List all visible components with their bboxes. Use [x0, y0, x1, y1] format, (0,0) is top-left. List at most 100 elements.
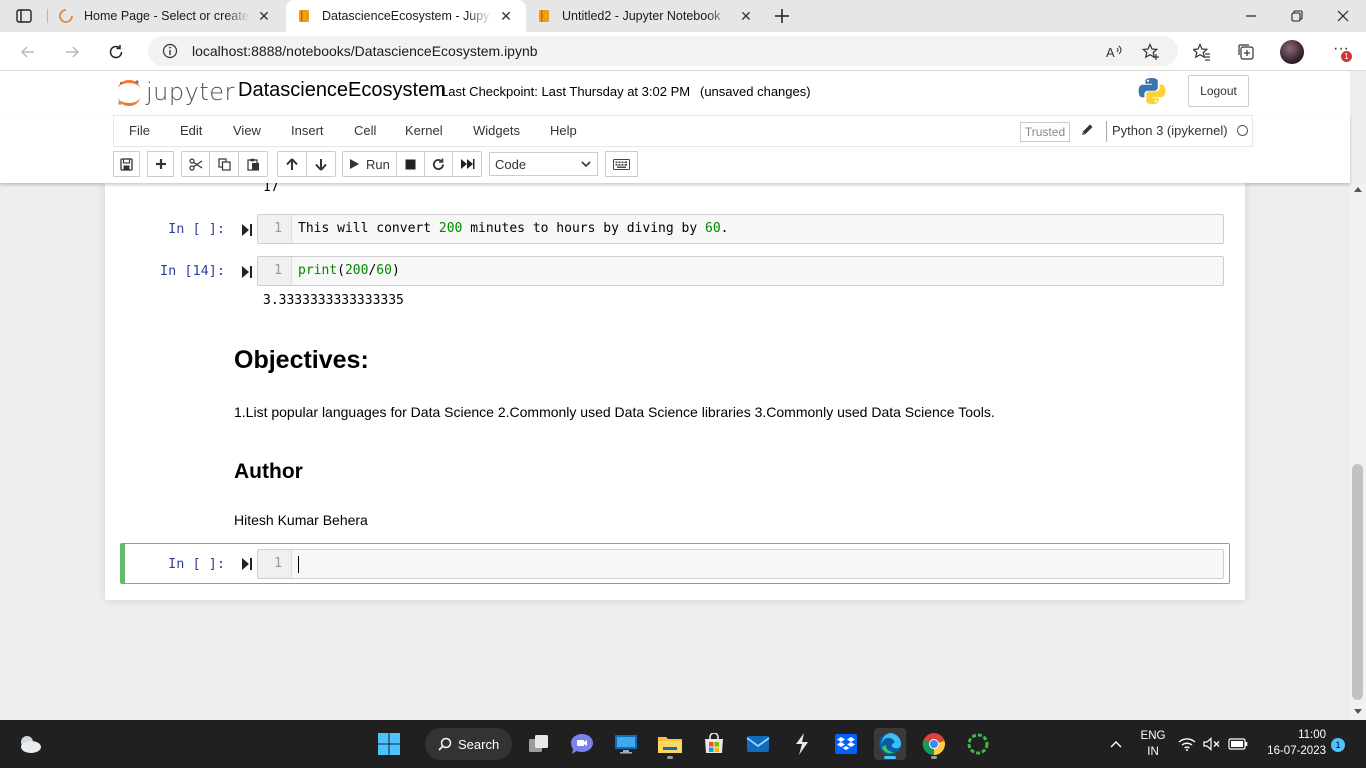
move-down-button[interactable]	[306, 151, 336, 177]
stop-icon	[405, 159, 416, 169]
chevron-up-icon[interactable]	[1100, 728, 1132, 760]
paste-button[interactable]	[238, 151, 268, 177]
tab-actions-icon[interactable]	[10, 6, 38, 26]
green-ring-app-icon[interactable]	[962, 728, 994, 760]
code-editor[interactable]: 1 print(200/60)	[257, 256, 1224, 286]
tab-untitled2[interactable]: Untitled2 - Jupyter Notebook ✕	[526, 0, 766, 32]
notebook-scroll-area[interactable]: 17 In [ ]: 1 This will convert 200 minut…	[0, 183, 1350, 720]
menu-file[interactable]: File	[129, 123, 150, 138]
logout-button[interactable]: Logout	[1188, 75, 1249, 107]
paste-icon	[246, 158, 259, 171]
menu-kernel[interactable]: Kernel	[405, 123, 443, 138]
weather-icon[interactable]	[14, 728, 46, 760]
cell-type-select[interactable]: Code	[489, 152, 598, 176]
input-prompt: In [ ]:	[168, 221, 225, 237]
refresh-icon[interactable]	[102, 38, 130, 66]
line-number: 1	[258, 215, 292, 243]
edge-browser-icon[interactable]	[874, 728, 906, 760]
clock-date[interactable]: 16-07-2023	[1258, 745, 1326, 757]
url-field[interactable]: localhost:8888/notebooks/DatascienceEcos…	[148, 36, 1178, 66]
code-line: print(200/60)	[298, 263, 400, 278]
back-icon[interactable]	[14, 38, 42, 66]
minimize-button[interactable]	[1228, 0, 1274, 32]
scrollbar-thumb[interactable]	[1352, 464, 1363, 700]
menu-help[interactable]: Help	[550, 123, 577, 138]
code-editor[interactable]: 1 This will convert 200 minutes to hours…	[257, 214, 1224, 244]
wifi-icon[interactable]	[1176, 728, 1198, 760]
copy-button[interactable]	[209, 151, 239, 177]
mail-icon[interactable]	[742, 728, 774, 760]
move-up-button[interactable]	[277, 151, 307, 177]
python-logo-icon	[1137, 76, 1167, 106]
forward-icon[interactable]	[58, 38, 86, 66]
line-number: 1	[258, 257, 292, 285]
code-editor-active[interactable]: 1	[257, 549, 1224, 579]
running-indicator	[667, 756, 673, 759]
run-cell-icon[interactable]	[241, 265, 253, 279]
save-icon	[120, 157, 133, 171]
url-text: localhost:8888/notebooks/DatascienceEcos…	[192, 43, 538, 59]
code-line: This will convert 200 minutes to hours b…	[298, 221, 729, 236]
jupyter-logo[interactable]: jupyter	[116, 77, 235, 107]
battery-icon[interactable]	[1226, 728, 1250, 760]
restart-kernel-button[interactable]	[424, 151, 453, 177]
author-heading: Author	[234, 460, 303, 483]
monitor-app-icon[interactable]	[610, 728, 642, 760]
tab-title: DatascienceEcosystem - Jupyter Notebook	[322, 9, 492, 23]
pencil-icon[interactable]	[1080, 123, 1096, 139]
jupyter-logo-text: jupyter	[146, 78, 235, 106]
vertical-scrollbar[interactable]	[1350, 183, 1366, 720]
restart-run-all-button[interactable]	[452, 151, 482, 177]
save-button[interactable]	[113, 151, 140, 177]
command-palette-button[interactable]	[605, 151, 638, 177]
notification-count-badge[interactable]: 1	[1331, 738, 1345, 752]
microsoft-store-icon[interactable]	[698, 728, 730, 760]
menu-edit[interactable]: Edit	[180, 123, 202, 138]
add-favorite-icon[interactable]	[1138, 39, 1164, 65]
menu-cell[interactable]: Cell	[354, 123, 376, 138]
scissors-icon	[188, 157, 202, 171]
taskbar-search[interactable]: Search	[425, 728, 512, 760]
restore-button[interactable]	[1274, 0, 1320, 32]
file-explorer-icon[interactable]	[654, 728, 686, 760]
favorites-icon[interactable]	[1189, 39, 1215, 65]
scroll-down-icon[interactable]	[1354, 709, 1362, 714]
kernel-name[interactable]: Python 3 (ipykernel)	[1112, 123, 1228, 138]
run-cell-icon[interactable]	[241, 557, 253, 571]
info-icon[interactable]	[162, 43, 178, 59]
sublime-like-icon[interactable]	[786, 728, 818, 760]
search-label: Search	[458, 736, 500, 752]
close-icon[interactable]: ✕	[736, 6, 756, 26]
new-tab-button[interactable]	[770, 4, 794, 28]
read-aloud-icon[interactable]: A	[1102, 39, 1128, 65]
notebook-name[interactable]: DatascienceEcosystem	[238, 79, 446, 102]
teams-chat-icon[interactable]	[566, 728, 598, 760]
svg-text:A: A	[1106, 45, 1115, 60]
tab-home-page[interactable]: Home Page - Select or create a notebook …	[48, 0, 284, 32]
tab-title: Untitled2 - Jupyter Notebook	[562, 9, 721, 23]
menu-widgets[interactable]: Widgets	[473, 123, 520, 138]
interrupt-kernel-button[interactable]	[396, 151, 425, 177]
profile-avatar[interactable]	[1280, 40, 1304, 64]
close-icon[interactable]: ✕	[254, 6, 274, 26]
language-indicator[interactable]: ENG	[1136, 730, 1170, 742]
insert-cell-button[interactable]	[147, 151, 174, 177]
clock-time[interactable]: 11:00	[1260, 729, 1326, 741]
collections-icon[interactable]	[1233, 39, 1259, 65]
run-button[interactable]: Run	[342, 151, 397, 177]
chrome-icon[interactable]	[918, 728, 950, 760]
menu-view[interactable]: View	[233, 123, 261, 138]
trusted-indicator[interactable]: Trusted	[1020, 122, 1070, 142]
menu-insert[interactable]: Insert	[291, 123, 324, 138]
scroll-up-icon[interactable]	[1354, 187, 1362, 192]
dropbox-icon[interactable]	[830, 728, 862, 760]
keyboard-icon	[613, 158, 630, 170]
close-icon[interactable]: ✕	[496, 6, 516, 26]
start-windows-icon[interactable]	[373, 728, 405, 760]
tab-datascience-ecosystem[interactable]: DatascienceEcosystem - Jupyter Notebook …	[286, 0, 526, 32]
cut-button[interactable]	[181, 151, 210, 177]
volume-muted-icon[interactable]	[1201, 728, 1223, 760]
task-view-icon[interactable]	[523, 728, 555, 760]
run-cell-icon[interactable]	[241, 223, 253, 237]
close-window-button[interactable]	[1320, 0, 1366, 32]
